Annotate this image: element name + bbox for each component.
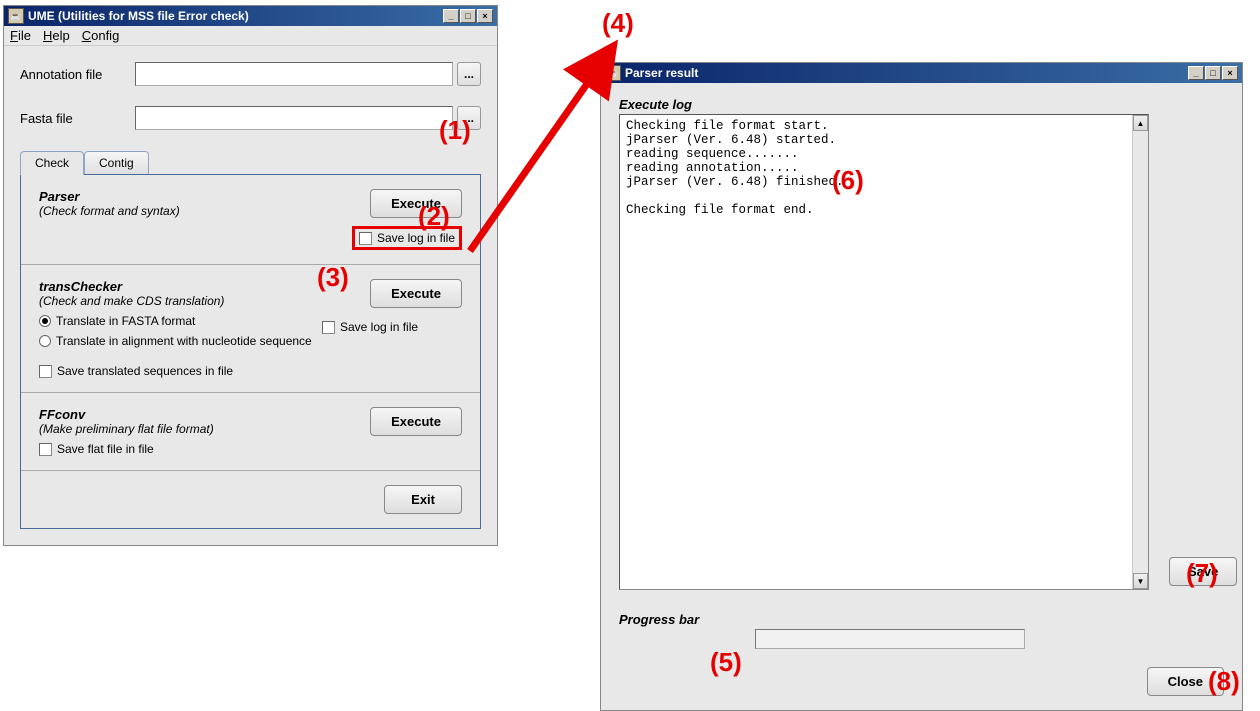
tab-contig[interactable]: Contig xyxy=(84,151,149,175)
menu-config[interactable]: Config xyxy=(82,28,120,43)
annotation-file-label: Annotation file xyxy=(20,67,135,82)
menu-file[interactable]: File xyxy=(10,28,31,43)
parser-execute-button[interactable]: Execute xyxy=(370,189,462,218)
transchecker-subtitle: (Check and make CDS translation) xyxy=(39,294,322,308)
minimize-button[interactable]: _ xyxy=(443,9,459,23)
save-translated-label: Save translated sequences in file xyxy=(57,364,233,378)
transchecker-savelog-checkbox[interactable] xyxy=(322,321,335,334)
radio-alignment-label: Translate in alignment with nucleotide s… xyxy=(56,334,312,348)
java-icon: ☕ xyxy=(8,8,24,24)
parser-result-window: ☕ Parser result _ □ × Execute log Checki… xyxy=(600,62,1243,711)
ffconv-subtitle: (Make preliminary flat file format) xyxy=(39,422,214,436)
menubar: File Help Config xyxy=(4,26,497,46)
ume-window: ☕ UME (Utilities for MSS file Error chec… xyxy=(3,5,498,546)
parser-close-window-button[interactable]: × xyxy=(1222,66,1238,80)
ffconv-section: FFconv (Make preliminary flat file forma… xyxy=(21,393,480,471)
close-window-button[interactable]: × xyxy=(477,9,493,23)
close-button[interactable]: Close xyxy=(1147,667,1224,696)
maximize-button[interactable]: □ xyxy=(460,9,476,23)
java-icon: ☕ xyxy=(605,65,621,81)
fasta-browse-button[interactable]: ... xyxy=(457,106,481,130)
parser-section: Parser (Check format and syntax) Execute… xyxy=(21,175,480,265)
transchecker-section: transChecker (Check and make CDS transla… xyxy=(21,265,480,393)
radio-alignment[interactable] xyxy=(39,335,51,347)
transchecker-execute-button[interactable]: Execute xyxy=(370,279,462,308)
ffconv-title: FFconv xyxy=(39,407,214,422)
menu-help[interactable]: Help xyxy=(43,28,70,43)
annotation-file-input[interactable] xyxy=(135,62,453,86)
log-scrollbar[interactable]: ▲ ▼ xyxy=(1132,115,1148,589)
transchecker-title: transChecker xyxy=(39,279,322,294)
parser-maximize-button[interactable]: □ xyxy=(1205,66,1221,80)
parser-window-title: Parser result xyxy=(625,66,1188,80)
exit-button[interactable]: Exit xyxy=(384,485,462,514)
parser-title: Parser xyxy=(39,189,180,204)
radio-fasta-format[interactable] xyxy=(39,315,51,327)
annotation-4: (4) xyxy=(602,8,634,39)
annotation-browse-button[interactable]: ... xyxy=(457,62,481,86)
tab-content-check: Parser (Check format and syntax) Execute… xyxy=(20,174,481,529)
parser-savelog-label: Save log in file xyxy=(377,231,455,245)
ume-window-title: UME (Utilities for MSS file Error check) xyxy=(28,9,443,23)
execute-log-area: Checking file format start. jParser (Ver… xyxy=(619,114,1149,590)
save-flat-checkbox[interactable] xyxy=(39,443,52,456)
parser-savelog-checkbox[interactable] xyxy=(359,232,372,245)
parser-subtitle: (Check format and syntax) xyxy=(39,204,180,218)
progress-bar xyxy=(755,629,1025,649)
parser-minimize-button[interactable]: _ xyxy=(1188,66,1204,80)
scroll-up-icon[interactable]: ▲ xyxy=(1133,115,1148,131)
tab-check[interactable]: Check xyxy=(20,151,84,175)
execute-log-text[interactable]: Checking file format start. jParser (Ver… xyxy=(620,115,1132,589)
fasta-file-input[interactable] xyxy=(135,106,453,130)
save-flat-label: Save flat file in file xyxy=(57,442,154,456)
fasta-file-label: Fasta file xyxy=(20,111,135,126)
execute-log-label: Execute log xyxy=(619,97,1149,112)
ume-titlebar: ☕ UME (Utilities for MSS file Error chec… xyxy=(4,6,497,26)
parser-savelog-highlight: Save log in file xyxy=(352,226,462,250)
radio-fasta-label: Translate in FASTA format xyxy=(56,314,195,328)
save-button[interactable]: Save xyxy=(1169,557,1237,586)
save-translated-checkbox[interactable] xyxy=(39,365,52,378)
ffconv-execute-button[interactable]: Execute xyxy=(370,407,462,436)
transchecker-savelog-label: Save log in file xyxy=(340,320,418,334)
parser-titlebar: ☕ Parser result _ □ × xyxy=(601,63,1242,83)
progress-bar-label: Progress bar xyxy=(619,612,1224,627)
scroll-down-icon[interactable]: ▼ xyxy=(1133,573,1148,589)
